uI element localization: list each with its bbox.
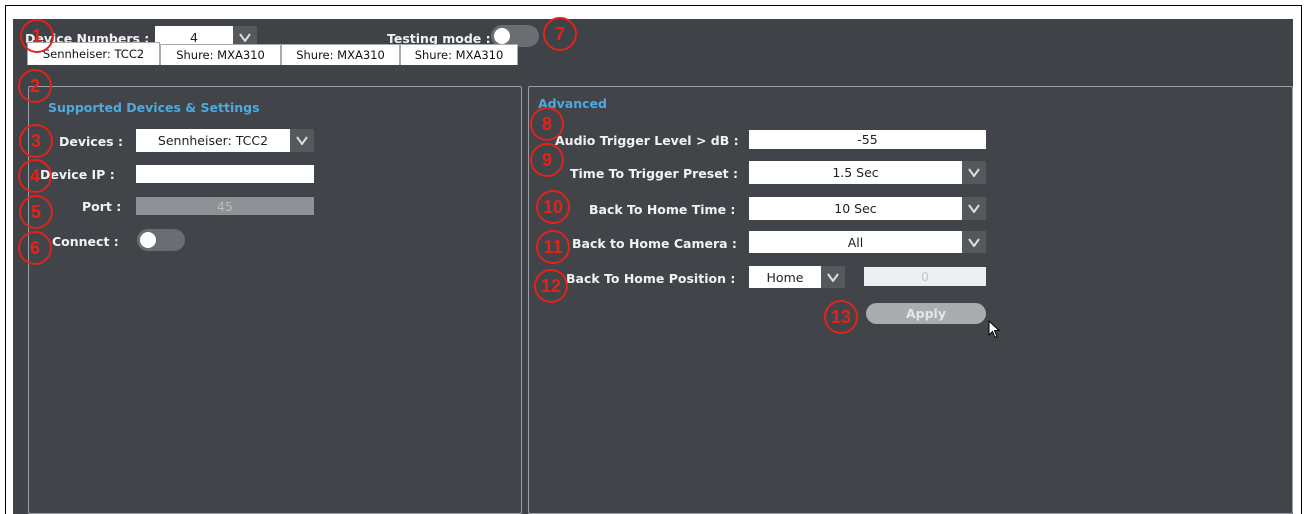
toggle-knob [140, 232, 156, 248]
mouse-pointer-icon [988, 320, 1001, 339]
chevron-down-icon[interactable] [962, 231, 986, 253]
back-home-position-select[interactable]: Home [749, 266, 821, 288]
annotation-marker: 12 [534, 269, 568, 303]
advanced-panel [528, 86, 1293, 514]
time-to-trigger-select[interactable]: 1.5 Sec [749, 161, 962, 184]
chevron-down-icon[interactable] [290, 129, 314, 152]
devices-label: Devices : [59, 134, 123, 149]
annotation-marker: 10 [536, 190, 570, 224]
toggle-knob [494, 28, 510, 44]
tab-device-2[interactable]: Shure: MXA310 [160, 44, 281, 65]
connect-label: Connect : [52, 234, 119, 249]
apply-button[interactable]: Apply [866, 303, 986, 324]
annotation-marker: 11 [536, 230, 570, 264]
back-home-time-label: Back To Home Time : [589, 202, 736, 217]
back-home-time-select[interactable]: 10 Sec [749, 197, 962, 220]
device-ip-input[interactable] [136, 165, 314, 183]
annotation-marker: 5 [19, 195, 53, 229]
annotation-marker: 2 [18, 69, 52, 103]
time-to-trigger-label: Time To Trigger Preset : [570, 166, 739, 181]
port-label: Port : [82, 199, 122, 214]
annotation-marker: 8 [530, 107, 564, 141]
annotation-marker: 6 [18, 231, 52, 265]
tab-device-4[interactable]: Shure: MXA310 [400, 44, 518, 65]
annotation-marker: 3 [19, 124, 53, 158]
annotation-marker: 9 [530, 143, 564, 177]
annotation-marker: 4 [18, 159, 52, 193]
back-home-camera-select[interactable]: All [749, 231, 962, 253]
back-home-camera-label: Back to Home Camera : [572, 236, 737, 251]
back-home-position-label: Back To Home Position : [566, 271, 736, 286]
supported-devices-title: Supported Devices & Settings [48, 100, 260, 115]
connect-toggle[interactable] [137, 229, 185, 251]
annotation-marker: 13 [824, 300, 858, 334]
port-input[interactable]: 45 [136, 197, 314, 215]
chevron-down-icon[interactable] [821, 266, 845, 288]
devices-select[interactable]: Sennheiser: TCC2 [136, 129, 290, 152]
chevron-down-icon[interactable] [962, 161, 986, 184]
annotation-marker: 7 [543, 17, 577, 51]
back-home-position-number[interactable]: 0 [864, 267, 986, 286]
audio-trigger-label: Audio Trigger Level > dB : [555, 133, 739, 148]
tab-device-3[interactable]: Shure: MXA310 [281, 44, 400, 65]
annotation-marker: 1 [20, 19, 54, 53]
chevron-down-icon[interactable] [962, 197, 986, 220]
audio-trigger-input[interactable]: -55 [749, 130, 986, 149]
